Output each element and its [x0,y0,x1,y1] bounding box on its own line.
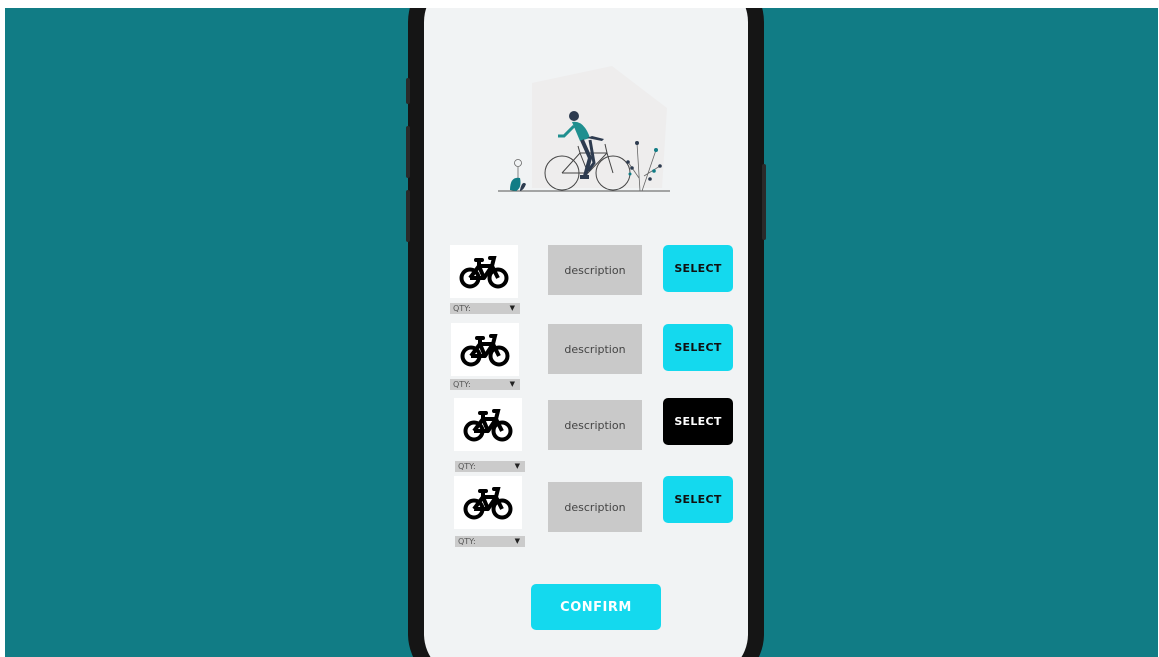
phone-side-button [406,78,410,104]
product-thumbnail [451,323,519,376]
qty-label: QTY: [453,380,471,389]
bicycle-icon [460,333,510,366]
select-button[interactable]: SELECT [663,476,733,523]
canvas-background: QTY: ▼ description SELECT QTY: ▼ descrip… [5,8,1158,657]
select-button-selected[interactable]: SELECT [663,398,733,445]
phone-volume-down-button [406,190,410,242]
confirm-button[interactable]: CONFIRM [531,584,661,630]
qty-dropdown[interactable]: QTY: ▼ [455,536,525,547]
chevron-down-icon: ▼ [514,462,520,470]
qty-label: QTY: [458,462,476,471]
chevron-down-icon: ▼ [514,537,520,545]
select-button[interactable]: SELECT [663,245,733,292]
qty-label: QTY: [453,304,471,313]
product-row: QTY: ▼ description SELECT [448,323,738,395]
qty-dropdown[interactable]: QTY: ▼ [450,303,520,314]
qty-dropdown[interactable]: QTY: ▼ [450,379,520,390]
product-thumbnail [450,245,518,298]
product-thumbnail [454,398,522,451]
bicycle-icon [459,255,509,288]
product-row: QTY: ▼ description SELECT [448,476,738,548]
chevron-down-icon: ▼ [509,380,515,388]
product-description: description [548,482,642,532]
product-thumbnail [454,476,522,529]
bicycle-icon [463,486,513,519]
cyclist-illustration [498,66,670,192]
product-description: description [548,245,642,295]
product-row: QTY: ▼ description SELECT [448,398,738,472]
qty-label: QTY: [458,537,476,546]
product-description: description [548,324,642,374]
product-description: description [548,400,642,450]
select-button[interactable]: SELECT [663,324,733,371]
phone-power-button [762,164,766,240]
bicycle-icon [463,408,513,441]
qty-dropdown[interactable]: QTY: ▼ [455,461,525,472]
phone-volume-up-button [406,126,410,178]
product-row: QTY: ▼ description SELECT [448,245,738,317]
phone-screen: QTY: ▼ description SELECT QTY: ▼ descrip… [424,8,748,657]
chevron-down-icon: ▼ [509,304,515,312]
